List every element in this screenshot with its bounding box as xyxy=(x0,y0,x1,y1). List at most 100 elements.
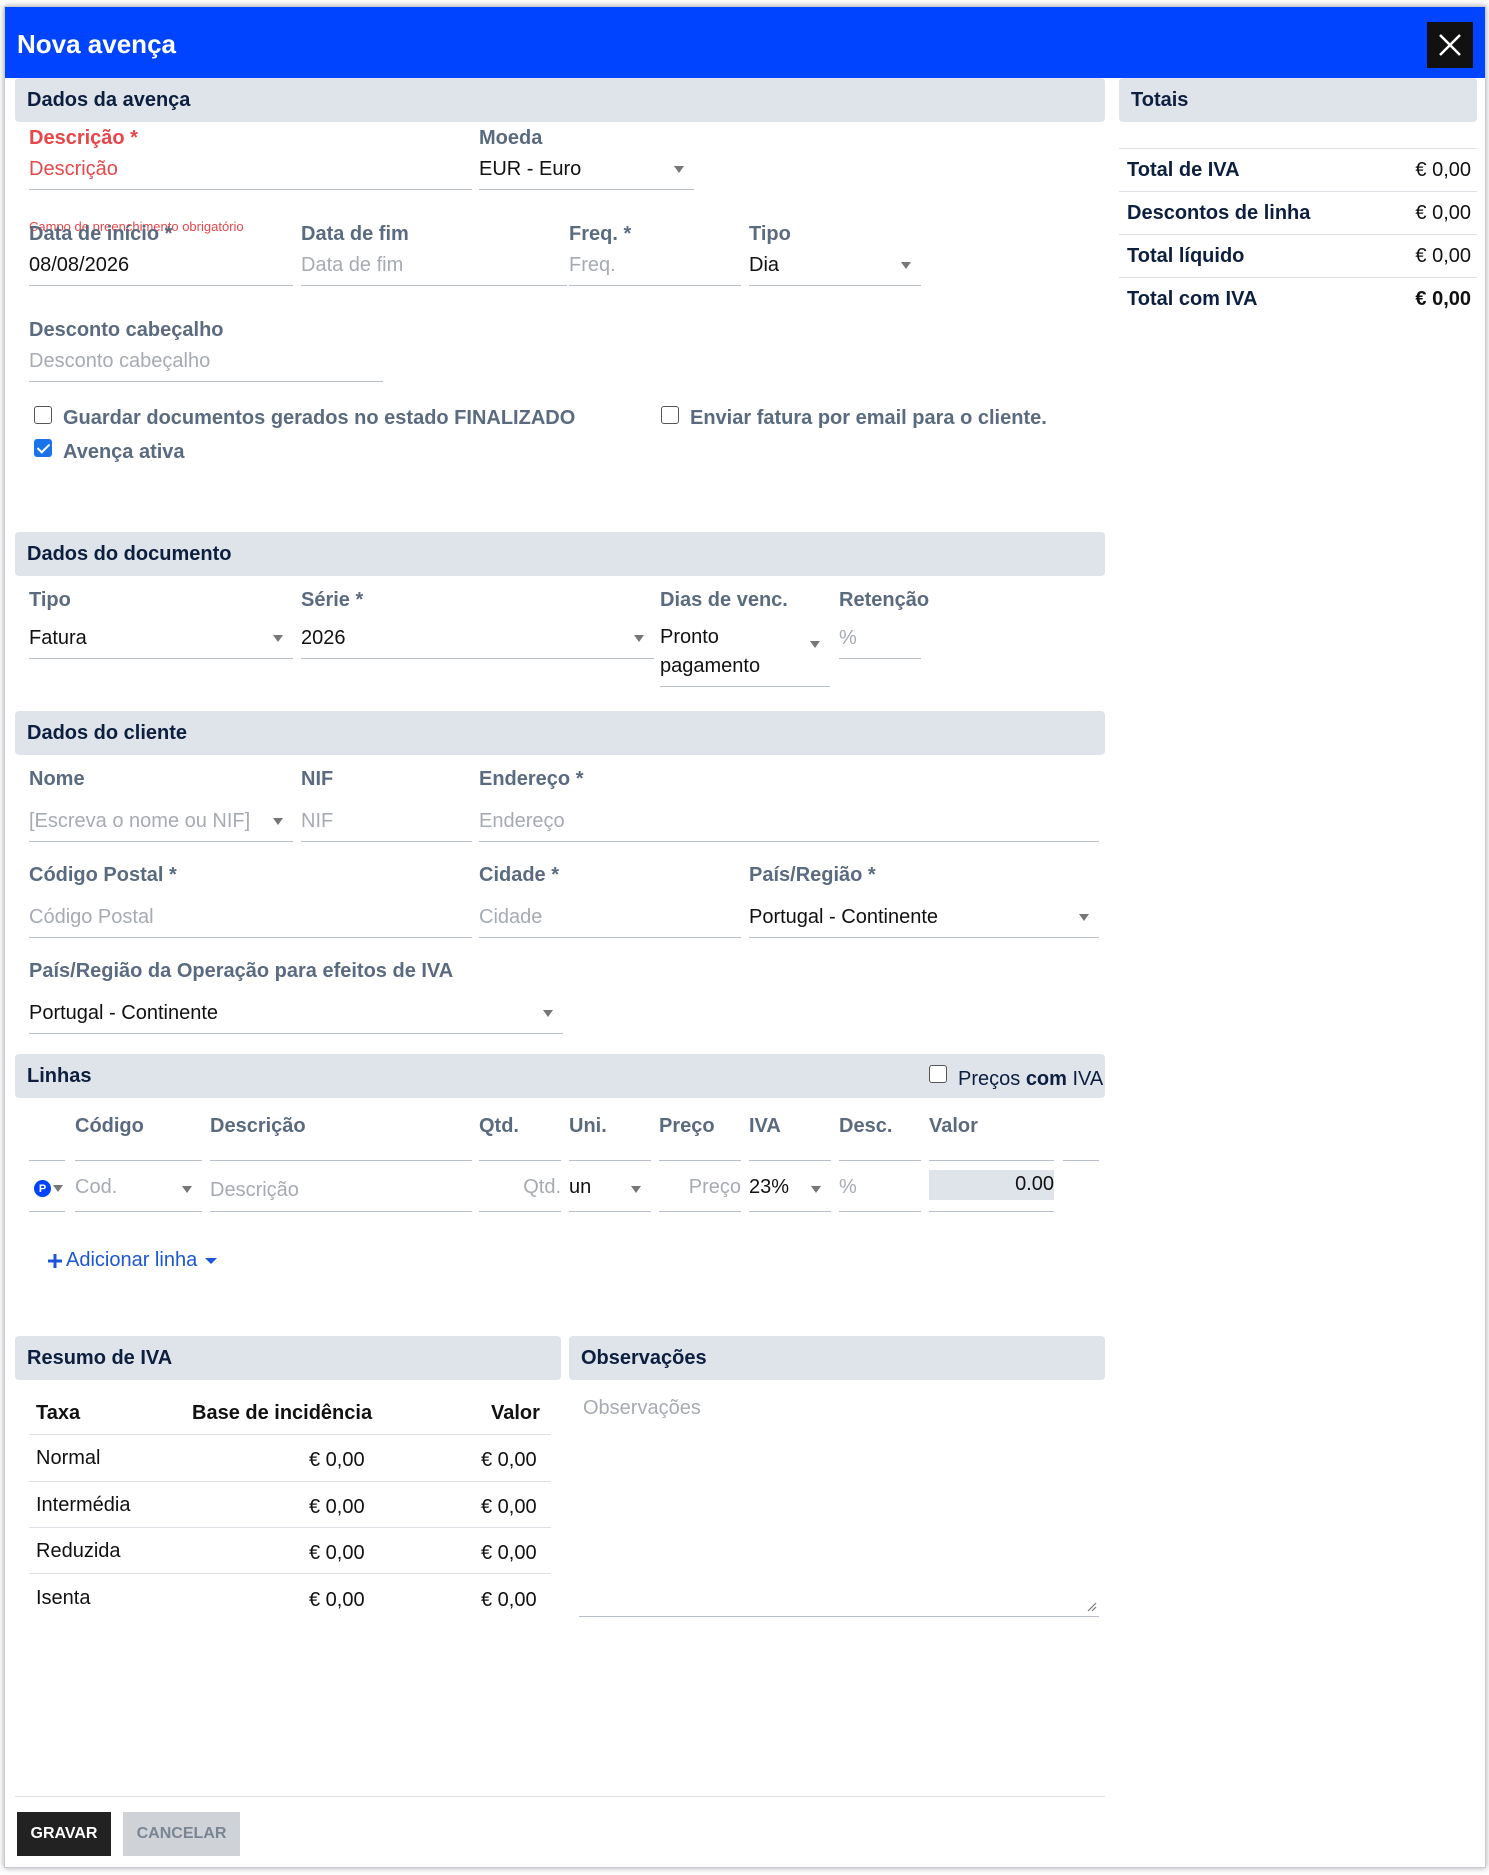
column-header-valor: Valor xyxy=(929,1115,1054,1161)
serie-select[interactable]: 2026 xyxy=(301,619,654,659)
dias-select[interactable]: Pronto pagamento xyxy=(660,619,830,687)
resumo-base: € 0,00 xyxy=(309,1449,365,1471)
resumo-taxa: Normal xyxy=(36,1447,101,1469)
data-fim-input[interactable]: Data de fim xyxy=(301,246,567,286)
totais-value: € 0,00 xyxy=(1415,288,1471,310)
doc-tipo-value: Fatura xyxy=(29,627,87,649)
precos-iva-label: Preços com IVA xyxy=(958,1068,1103,1091)
desconto-label: Desconto cabeçalho xyxy=(29,319,224,341)
dialog: Nova avença Dados da avença Descrição * … xyxy=(4,6,1486,1868)
plus-icon xyxy=(48,1253,62,1268)
nif-input[interactable]: NIF xyxy=(301,802,472,842)
table-divider xyxy=(29,1434,551,1435)
product-badge: P xyxy=(34,1180,51,1197)
section-totais: Totais xyxy=(1119,78,1477,122)
section-title: Observações xyxy=(581,1347,707,1369)
totais-label: Total de IVA xyxy=(1127,159,1240,181)
totais-value: € 0,00 xyxy=(1415,159,1471,181)
serie-label: Série * xyxy=(301,589,364,611)
guardar-checkbox[interactable] xyxy=(34,406,52,424)
product-type-select[interactable]: P xyxy=(29,1168,65,1212)
qtd-input[interactable]: Qtd. xyxy=(479,1168,561,1212)
cp-label: Código Postal * xyxy=(29,864,177,886)
dias-value: Pronto xyxy=(660,626,719,648)
ativa-checkbox[interactable] xyxy=(34,439,52,457)
resumo-header-base: Base de incidência xyxy=(192,1402,373,1424)
doc-tipo-select[interactable]: Fatura xyxy=(29,619,293,659)
enviar-label: Enviar fatura por email para o cliente. xyxy=(690,407,1047,429)
totais-row: Descontos de linha € 0,00 xyxy=(1119,191,1477,234)
tipo-label: Tipo xyxy=(749,223,791,245)
freq-label: Freq. * xyxy=(569,223,632,245)
data-fim-label: Data de fim xyxy=(301,223,409,245)
nome-select[interactable]: [Escreva o nome ou NIF] xyxy=(29,802,293,842)
resumo-base: € 0,00 xyxy=(309,1542,365,1564)
pais-iva-select[interactable]: Portugal - Continente xyxy=(29,994,563,1034)
retencao-label: Retenção xyxy=(839,589,930,611)
resumo-header-taxa: Taxa xyxy=(36,1402,81,1424)
close-icon xyxy=(1439,34,1461,56)
retencao-input[interactable]: % xyxy=(839,619,921,659)
section-dados-cliente: Dados do cliente xyxy=(15,711,1105,755)
chevron-down-icon xyxy=(182,1186,192,1193)
precos-iva-checkbox[interactable] xyxy=(929,1065,947,1083)
data-inicio-input[interactable]: 08/08/2026 xyxy=(29,246,293,286)
table-divider xyxy=(29,1573,551,1574)
chevron-down-icon xyxy=(53,1185,63,1192)
freq-input[interactable]: Freq. xyxy=(569,246,741,286)
uni-select[interactable]: un xyxy=(569,1168,651,1212)
iva-select[interactable]: 23% xyxy=(749,1168,831,1212)
precos-iva-text: Preços xyxy=(958,1068,1021,1090)
pais-value: Portugal - Continente xyxy=(749,906,939,928)
chevron-down-icon xyxy=(634,635,644,642)
resize-handle-icon[interactable] xyxy=(1085,1600,1097,1612)
enviar-checkbox[interactable] xyxy=(661,406,679,424)
dias-value: pagamento xyxy=(660,655,761,677)
section-title: Linhas xyxy=(27,1065,92,1087)
desconto-input[interactable]: Desconto cabeçalho xyxy=(29,342,383,382)
chevron-down-icon xyxy=(810,641,820,648)
linha-descricao-input[interactable]: Descrição xyxy=(210,1168,472,1212)
pais-iva-value: Portugal - Continente xyxy=(29,1002,219,1024)
column-header-spacer xyxy=(29,1115,65,1161)
descricao-input[interactable]: Descrição xyxy=(29,150,472,190)
ativa-label: Avença ativa xyxy=(63,441,185,463)
resumo-taxa: Reduzida xyxy=(36,1540,121,1562)
pais-select[interactable]: Portugal - Continente xyxy=(749,898,1099,938)
moeda-label: Moeda xyxy=(479,127,543,149)
doc-tipo-label: Tipo xyxy=(29,589,71,611)
add-line-button[interactable]: Adicionar linha xyxy=(47,1249,218,1272)
chevron-down-icon xyxy=(205,1257,218,1264)
cidade-input[interactable]: Cidade xyxy=(479,898,741,938)
table-divider xyxy=(29,1527,551,1528)
gravar-button[interactable]: GRAVAR xyxy=(17,1812,111,1856)
section-title: Dados do cliente xyxy=(27,722,188,744)
section-resumo-iva: Resumo de IVA xyxy=(15,1336,561,1380)
observacoes-textarea[interactable]: Observações xyxy=(579,1397,1099,1617)
section-title: Dados do documento xyxy=(27,543,232,565)
nome-placeholder: [Escreva o nome ou NIF] xyxy=(29,810,251,832)
endereco-input[interactable]: Endereço xyxy=(479,802,1099,842)
desc-input[interactable]: % xyxy=(839,1168,921,1212)
moeda-select[interactable]: EUR - Euro xyxy=(479,150,694,190)
nome-label: Nome xyxy=(29,768,85,790)
section-title: Dados da avença xyxy=(27,89,191,111)
preco-input[interactable]: Preço xyxy=(659,1168,741,1212)
resumo-taxa: Intermédia xyxy=(36,1494,131,1516)
chevron-down-icon xyxy=(901,262,911,269)
table-divider xyxy=(29,1481,551,1482)
pais-iva-label: País/Região da Operação para efeitos de … xyxy=(29,960,454,982)
close-button[interactable] xyxy=(1427,22,1473,68)
cancelar-button[interactable]: CANCELAR xyxy=(123,1812,240,1856)
nif-label: NIF xyxy=(301,768,334,790)
codigo-select[interactable]: Cod. xyxy=(75,1168,202,1212)
observacoes-placeholder: Observações xyxy=(583,1397,701,1419)
resumo-header-valor: Valor xyxy=(491,1402,540,1424)
chevron-down-icon xyxy=(674,166,684,173)
cp-input[interactable]: Código Postal xyxy=(29,898,472,938)
tipo-select[interactable]: Dia xyxy=(749,246,921,286)
totais-label: Total com IVA xyxy=(1127,288,1258,310)
totais-row: Total líquido € 0,00 xyxy=(1119,234,1477,277)
dialog-titlebar: Nova avença xyxy=(5,7,1485,78)
valor-value: 0.00 xyxy=(929,1170,1054,1200)
